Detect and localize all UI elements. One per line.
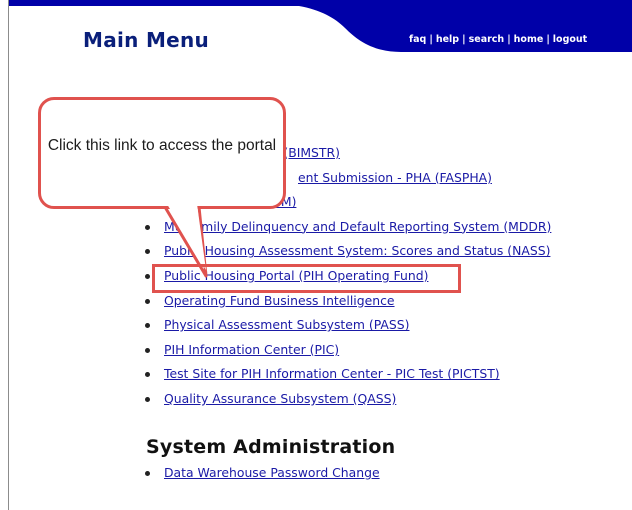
logout-link[interactable]: logout	[553, 34, 587, 45]
nav-separator: |	[546, 34, 550, 45]
menu-link-operating-fund-bi[interactable]: Operating Fund Business Intelligence	[164, 293, 395, 308]
list-item: Mu amily Delinquency and Default Reportin…	[145, 215, 551, 240]
menu-link-pass[interactable]: Physical Assessment Subsystem (PASS)	[164, 317, 409, 332]
callout-text: Click this link to access the portal	[47, 137, 277, 154]
header: Main Menu faq | help | search | home | logout	[9, 0, 632, 70]
list-item: Test Site for PIH Information Center - P…	[145, 362, 551, 387]
menu-link-mddr[interactable]: amily Delinquency and Default Reporting …	[194, 219, 552, 234]
list-item: Physical Assessment Subsystem (PASS)	[145, 313, 551, 338]
menu-link-mddr-prefix[interactable]: Mu	[164, 219, 183, 234]
system-admin-list: Data Warehouse Password Change	[145, 461, 380, 486]
page-title: Main Menu	[83, 28, 210, 52]
nav-separator: |	[429, 34, 433, 45]
menu-link-nass[interactable]: Public Housing Assessment System: Scores…	[164, 243, 550, 258]
top-nav: faq | help | search | home | logout	[409, 34, 587, 45]
system-administration-heading: System Administration	[146, 436, 396, 458]
highlight-box	[152, 264, 461, 293]
nav-separator: |	[462, 34, 466, 45]
frame-left-border	[8, 0, 9, 510]
menu-link-faspha[interactable]: ent Submission - PHA (FASPHA)	[298, 170, 492, 185]
list-item: Quality Assurance Subsystem (QASS)	[145, 387, 551, 412]
list-item: Public Housing Assessment System: Scores…	[145, 239, 551, 264]
list-item: Data Warehouse Password Change	[145, 461, 380, 486]
nav-separator: |	[507, 34, 511, 45]
password-change-link[interactable]: Data Warehouse Password Change	[164, 465, 380, 480]
menu-link-pic[interactable]: PIH Information Center (PIC)	[164, 342, 339, 357]
search-link[interactable]: search	[469, 34, 505, 45]
menu-link-qass[interactable]: Quality Assurance Subsystem (QASS)	[164, 391, 396, 406]
faq-link[interactable]: faq	[409, 34, 426, 45]
menu-link-pictst[interactable]: Test Site for PIH Information Center - P…	[164, 366, 500, 381]
callout-box: Click this link to access the portal	[38, 97, 286, 209]
list-item: PIH Information Center (PIC)	[145, 338, 551, 363]
help-link[interactable]: help	[436, 34, 459, 45]
home-link[interactable]: home	[514, 34, 544, 45]
